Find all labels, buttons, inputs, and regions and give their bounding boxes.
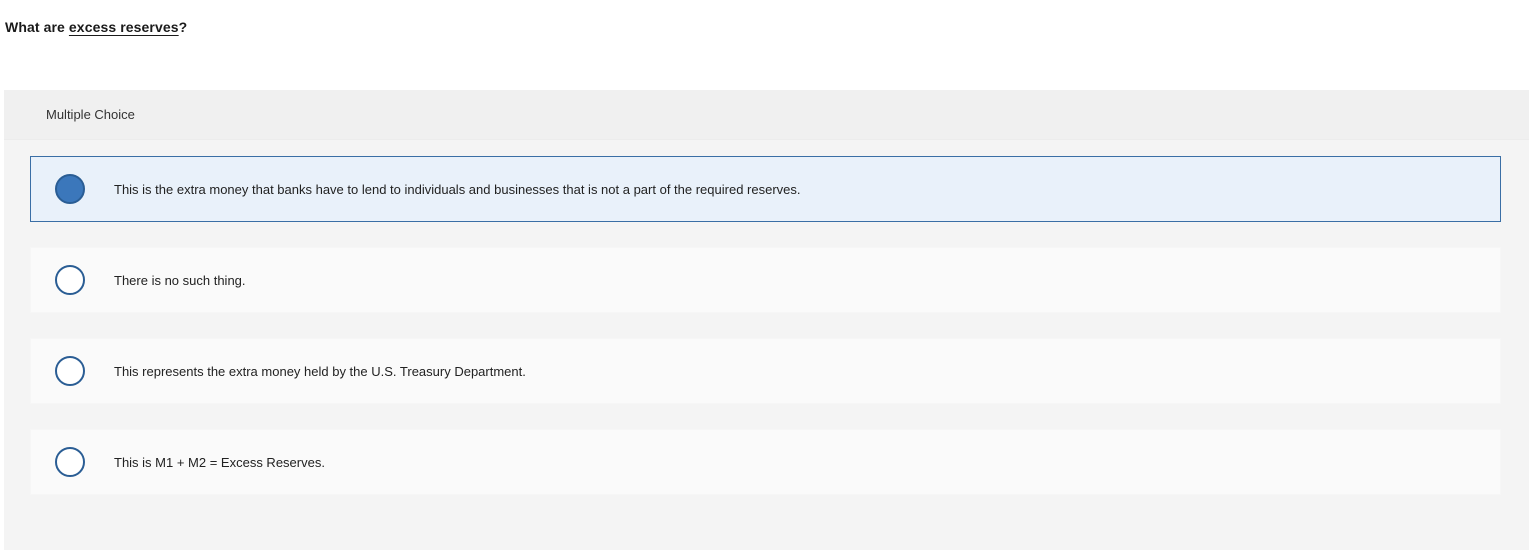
answer-option-4[interactable]: This is M1 + M2 = Excess Reserves. [30, 429, 1501, 495]
multiple-choice-label: Multiple Choice [46, 107, 135, 122]
radio-button-selected[interactable] [55, 174, 85, 204]
answer-option-label: This is the extra money that banks have … [114, 181, 801, 197]
question-prompt: What are excess reserves? [5, 19, 187, 35]
multiple-choice-panel: Multiple Choice This is the extra money … [4, 90, 1529, 550]
radio-button[interactable] [55, 356, 85, 386]
radio-button[interactable] [55, 265, 85, 295]
radio-button[interactable] [55, 447, 85, 477]
answer-option-label: This represents the extra money held by … [114, 363, 526, 379]
answer-option-label: There is no such thing. [114, 272, 246, 288]
answer-option-3[interactable]: This represents the extra money held by … [30, 338, 1501, 404]
glossary-term-link[interactable]: excess reserves [69, 19, 179, 35]
answer-option-2[interactable]: There is no such thing. [30, 247, 1501, 313]
multiple-choice-header: Multiple Choice [4, 90, 1529, 140]
answer-option-label: This is M1 + M2 = Excess Reserves. [114, 454, 325, 470]
question-prefix: What are [5, 19, 69, 35]
answer-option-1[interactable]: This is the extra money that banks have … [30, 156, 1501, 222]
question-suffix: ? [178, 19, 188, 35]
